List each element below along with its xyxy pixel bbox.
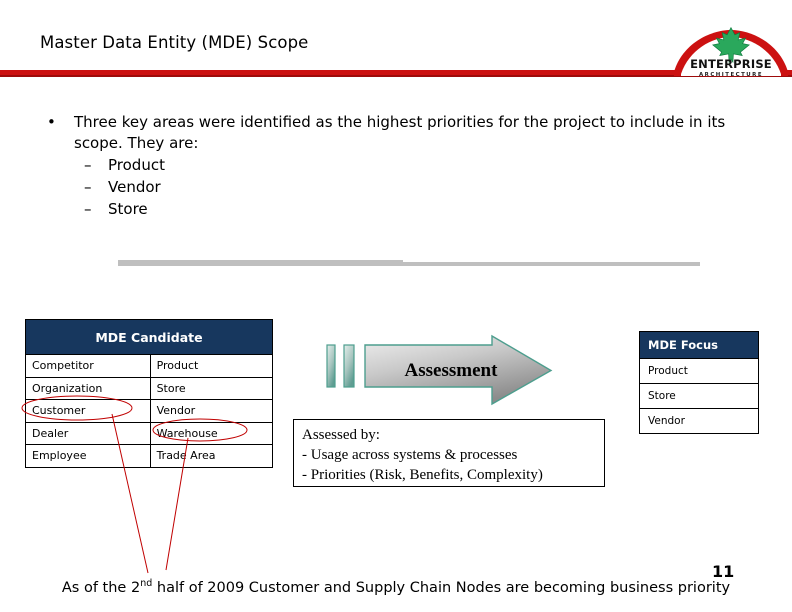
footer-prefix: As of the 2 [61, 579, 141, 596]
sub-bullet-label: Store [108, 200, 148, 218]
assessed-by-box: Assessed by: - Usage across systems & pr… [293, 419, 605, 487]
footer-note: As of the 2nd half of 2009 Customer and … [0, 578, 792, 596]
table-row: Store [639, 383, 759, 409]
gray-divider-segment-left [118, 260, 403, 266]
cell-trade-area: Trade Area [149, 444, 274, 468]
gray-divider-bar [118, 258, 700, 268]
sub-bullet-list: – Product – Vendor – Store [40, 154, 752, 220]
logo-svg: ENTERPRISE ARCHITECTURE [674, 26, 788, 78]
assessed-by-title: Assessed by: [302, 427, 380, 443]
cell-employee: Employee [25, 444, 151, 468]
page-number: 11 [712, 562, 735, 581]
assessed-by-line-1: - Usage across systems & processes [302, 447, 518, 463]
table-header-row: MDE Candidate [25, 319, 273, 355]
cell-warehouse: Warehouse [149, 421, 274, 445]
table-row: Employee Trade Area [25, 444, 274, 468]
page-title: Master Data Entity (MDE) Scope [40, 33, 309, 52]
sub-bullet-item-vendor: – Vendor [40, 176, 752, 198]
table-row: Competitor Product [25, 354, 274, 378]
cell-store: Store [149, 376, 274, 400]
dash-marker-icon: – [84, 200, 92, 218]
cell-product: Product [149, 354, 274, 378]
logo-wordmark-primary: ENTERPRISE [690, 57, 772, 71]
logo-wordmark-secondary: ARCHITECTURE [699, 72, 763, 78]
bullet-block: • Three key areas were identified as the… [40, 112, 752, 220]
enterprise-architecture-logo: ENTERPRISE ARCHITECTURE [672, 22, 790, 78]
red-annotation-overlay [21, 395, 248, 574]
mde-focus-header: MDE Focus [639, 331, 759, 359]
bullet-main-text: Three key areas were identified as the h… [74, 113, 726, 152]
focus-cell-store: Store [639, 383, 759, 409]
bullet-marker-icon: • [47, 113, 56, 131]
table-header-row: MDE Focus [639, 331, 759, 359]
cell-organization: Organization [25, 376, 151, 400]
focus-cell-vendor: Vendor [639, 408, 759, 434]
cell-vendor: Vendor [149, 399, 274, 423]
mde-focus-table: MDE Focus Product Store Vendor [639, 331, 759, 434]
arrow-stripe-2 [343, 344, 355, 388]
bullet-item-main: • Three key areas were identified as the… [40, 112, 752, 154]
arrow-stripe-1 [326, 344, 336, 388]
arrow-body-icon [364, 334, 553, 406]
sub-bullet-label: Product [108, 156, 165, 174]
assessed-by-line-2: - Priorities (Risk, Benefits, Complexity… [302, 467, 543, 483]
mde-candidate-table: MDE Candidate Competitor Product Organiz… [25, 319, 274, 468]
table-row: Dealer Warehouse [25, 421, 274, 445]
assessment-arrow-shape [325, 334, 555, 408]
table-row: Customer Vendor [25, 399, 274, 423]
cell-dealer: Dealer [25, 421, 151, 445]
table-row: Product [639, 358, 759, 384]
gray-divider-segment-right [398, 262, 700, 266]
footer-suffix: half of 2009 Customer and Supply Chain N… [152, 579, 731, 596]
dash-marker-icon: – [84, 178, 92, 196]
dash-marker-icon: – [84, 156, 92, 174]
cell-competitor: Competitor [25, 354, 151, 378]
sub-bullet-item-store: – Store [40, 198, 752, 220]
sub-bullet-item-product: – Product [40, 154, 752, 176]
table-row: Organization Store [25, 376, 274, 400]
sub-bullet-label: Vendor [108, 178, 161, 196]
table-row: Vendor [639, 408, 759, 434]
focus-cell-product: Product [639, 358, 759, 384]
assessment-arrow-svg [326, 334, 553, 406]
footer-ordinal: nd [140, 578, 153, 589]
mde-candidate-header: MDE Candidate [25, 319, 273, 355]
cell-customer: Customer [25, 399, 151, 423]
